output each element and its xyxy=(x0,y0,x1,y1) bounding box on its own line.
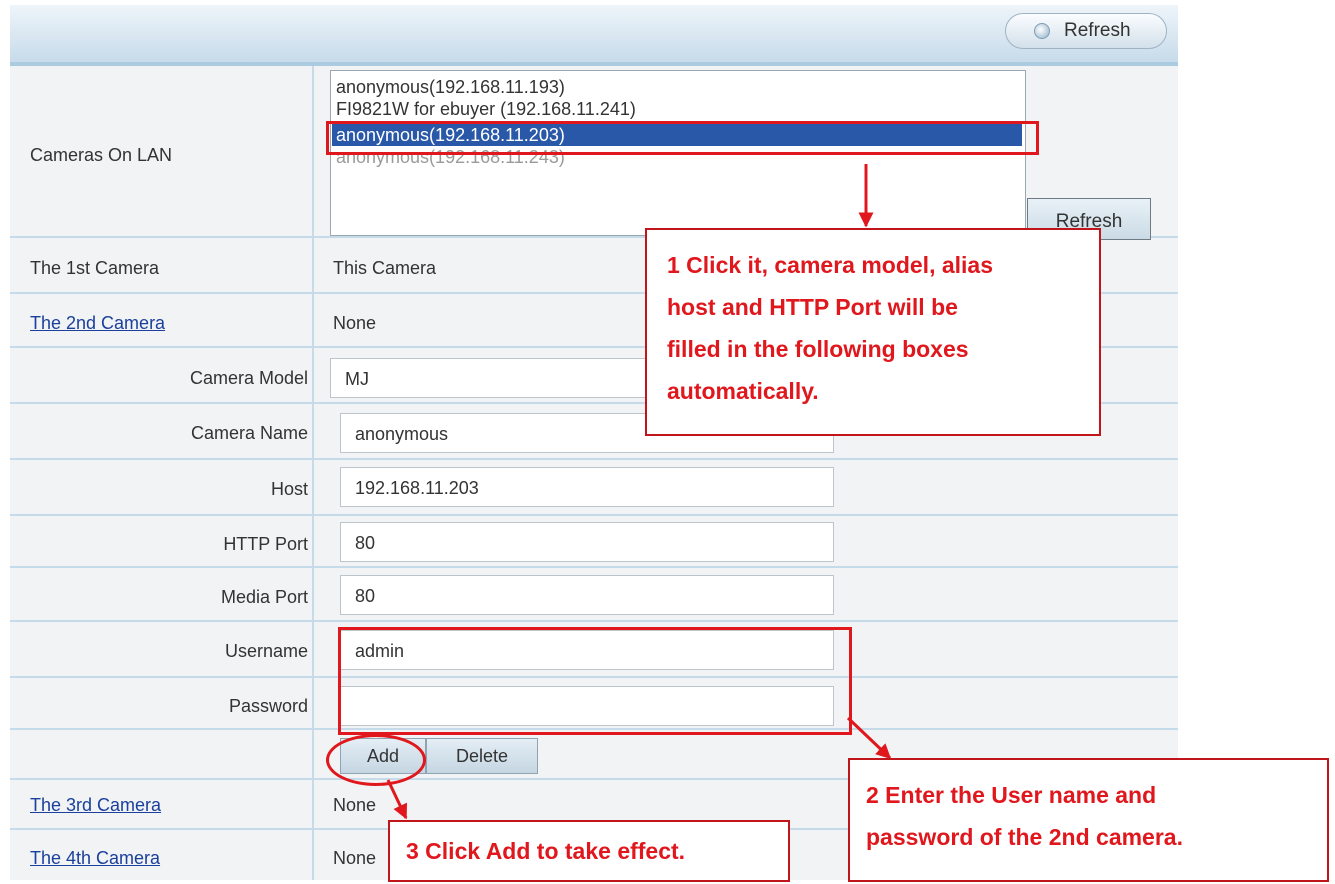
callout-step1: 1 Click it, camera model, alias host and… xyxy=(645,228,1101,436)
arrow-step2 xyxy=(846,716,892,760)
callout-step1-line: filled in the following boxes xyxy=(667,336,969,362)
arrow-step3 xyxy=(386,779,408,820)
callout-step1-line: automatically. xyxy=(667,378,819,404)
annotation-arrows xyxy=(386,164,892,820)
callout-step2-line: 2 Enter the User name and xyxy=(866,782,1157,808)
callout-step1-line: 1 Click it, camera model, alias xyxy=(667,252,993,278)
callout-step1-line: host and HTTP Port will be xyxy=(667,294,958,320)
callout-step2: 2 Enter the User name and password of th… xyxy=(848,758,1329,882)
callout-step2-line: password of the 2nd camera. xyxy=(866,824,1183,850)
callout-step3-text: 3 Click Add to take effect. xyxy=(406,838,686,864)
callout-step3: 3 Click Add to take effect. xyxy=(388,820,790,882)
